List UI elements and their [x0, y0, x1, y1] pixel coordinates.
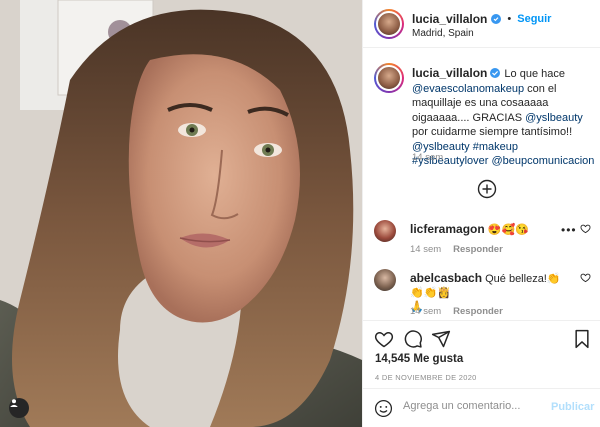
commenter-username[interactable]: abelcasbach: [410, 271, 482, 285]
post-location[interactable]: Madrid, Spain: [412, 28, 474, 39]
post-actions-section: 14,545 Me gusta 4 DE NOVIEMBRE DE 2020 P…: [363, 320, 600, 427]
comment-bubble-icon[interactable]: [403, 329, 423, 352]
verified-badge-icon: [491, 14, 502, 24]
commenter-avatar[interactable]: [374, 220, 396, 242]
comment-text: 😍🥰😘: [484, 224, 529, 236]
commenter-avatar[interactable]: [374, 269, 396, 291]
caption-username[interactable]: lucia_villalon: [412, 66, 487, 80]
add-comment-input[interactable]: [403, 400, 543, 412]
hashtag-link[interactable]: #makeup: [473, 141, 518, 153]
comment-body: licferamagon 😍🥰😘: [410, 222, 574, 237]
author-line: lucia_villalon • Seguir: [412, 12, 551, 26]
mention-link[interactable]: @yslbeauty: [525, 112, 583, 124]
mention-link[interactable]: @evaescolanomakeup: [412, 83, 524, 95]
add-comment-bar: Publicar: [363, 388, 600, 427]
share-paper-plane-icon[interactable]: [431, 329, 451, 352]
caption-time[interactable]: 14 sem: [412, 152, 443, 163]
author-avatar[interactable]: [374, 9, 404, 39]
comment-time[interactable]: 14 sem: [410, 306, 441, 317]
likes-count[interactable]: 14,545 Me gusta: [375, 353, 463, 365]
caption-text-intro: Lo que hace: [501, 68, 565, 80]
comment-meta: 14 sem Responder: [410, 244, 503, 255]
emoji-smiley-icon[interactable]: [374, 399, 393, 421]
post-photo[interactable]: [0, 0, 362, 427]
post-side-panel: lucia_villalon • Seguir Madrid, Spain lu…: [362, 0, 600, 427]
post-header: lucia_villalon • Seguir Madrid, Spain: [363, 0, 600, 48]
caption-verified-icon: [490, 68, 501, 78]
author-username[interactable]: lucia_villalon: [412, 12, 487, 26]
reply-button[interactable]: Responder: [453, 306, 503, 317]
portrait-illustration: [0, 0, 362, 427]
save-bookmark-icon[interactable]: [573, 329, 591, 352]
post-date[interactable]: 4 DE NOVIEMBRE DE 2020: [375, 373, 477, 382]
comment-options-icon[interactable]: •••: [561, 223, 577, 237]
load-more-comments-icon[interactable]: [477, 179, 497, 199]
like-comment-heart-icon[interactable]: [580, 272, 591, 286]
like-comment-heart-icon[interactable]: [580, 223, 591, 237]
like-heart-icon[interactable]: [374, 329, 394, 352]
caption-author-avatar[interactable]: [374, 63, 404, 93]
separator-dot: •: [507, 13, 512, 25]
follow-button[interactable]: Seguir: [517, 13, 551, 25]
mention-link[interactable]: @yslbeauty: [412, 141, 470, 153]
tagged-user-icon[interactable]: [9, 398, 29, 418]
caption-text-mid-2: por cuidarme siempre tantísimo!!: [412, 126, 573, 138]
comment-meta: 14 sem Responder: [410, 306, 503, 317]
publish-comment-button[interactable]: Publicar: [551, 401, 594, 413]
mention-link[interactable]: @beupcomunicacion: [492, 155, 595, 167]
reply-button[interactable]: Responder: [453, 244, 503, 255]
comment-time[interactable]: 14 sem: [410, 244, 441, 255]
commenter-username[interactable]: licferamagon: [410, 222, 485, 236]
